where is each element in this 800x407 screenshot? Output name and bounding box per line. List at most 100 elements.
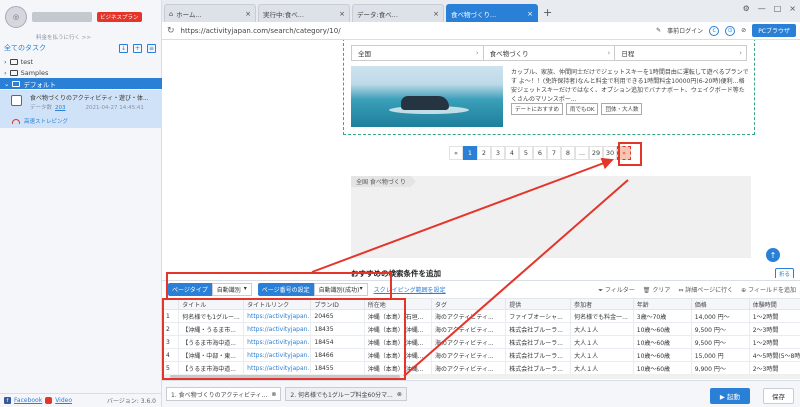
minimize-icon[interactable]: — bbox=[758, 4, 766, 13]
close-icon[interactable]: ⊗ bbox=[397, 391, 402, 398]
close-icon[interactable]: × bbox=[339, 10, 345, 18]
page-7[interactable]: 7 bbox=[547, 146, 561, 160]
table-cell[interactable]: 14,000 円～ bbox=[690, 309, 750, 323]
ua-icon[interactable]: ⊙ bbox=[725, 25, 736, 36]
detail-page-button[interactable]: ⇔ 詳細ページに行く bbox=[678, 285, 733, 295]
tab-home[interactable]: ⌂ ホーム... × bbox=[164, 4, 256, 22]
close-icon[interactable]: × bbox=[433, 10, 439, 18]
column-header[interactable]: 参加者 bbox=[570, 298, 634, 310]
table-cell[interactable]: 1～2時間 bbox=[748, 309, 800, 323]
page-5[interactable]: 5 bbox=[519, 146, 533, 160]
video-link[interactable]: Video bbox=[55, 397, 72, 404]
page-29[interactable]: 29 bbox=[589, 146, 603, 160]
refresh-icon[interactable]: ↻ bbox=[167, 26, 175, 36]
maximize-icon[interactable]: □ bbox=[774, 4, 782, 13]
category-food[interactable]: 食べ物づくり › bbox=[484, 46, 616, 60]
table-cell[interactable]: 15,000 円 bbox=[690, 348, 750, 362]
add-field-button[interactable]: ⊕ フィールドを追加 bbox=[741, 285, 796, 295]
clear-button[interactable]: 🗑 クリア bbox=[643, 285, 671, 295]
table-cell[interactable]: 9,900 円～ bbox=[690, 361, 750, 375]
page-30[interactable]: 30 bbox=[603, 146, 617, 160]
data-count[interactable]: 203 bbox=[55, 105, 66, 111]
step-tab-1[interactable]: 1. 食べ物づくりのアクティビティ... ⊗ bbox=[166, 387, 282, 401]
close-window-icon[interactable]: × bbox=[789, 4, 796, 13]
tag[interactable]: デートにおすすめ bbox=[511, 103, 564, 115]
filter-button[interactable]: ⏷ フィルター bbox=[598, 285, 635, 295]
page-1[interactable]: 1 bbox=[463, 146, 477, 160]
speed-row[interactable]: 高速ストレピング bbox=[12, 117, 68, 125]
breadcrumb[interactable]: 全国 食べ物づくり bbox=[351, 176, 416, 187]
table-cell[interactable]: 株式会社ブルーラ... bbox=[505, 361, 572, 375]
url-field[interactable]: https://activityjapan.com/search/categor… bbox=[181, 27, 341, 35]
collapse-button[interactable]: 折る bbox=[774, 268, 794, 278]
column-header[interactable]: 提供 bbox=[505, 298, 572, 310]
login-link[interactable]: 事前ログイン bbox=[667, 26, 703, 35]
page-2[interactable]: 2 bbox=[477, 146, 491, 160]
table-cell[interactable]: 株式会社ブルーラ... bbox=[505, 335, 572, 349]
table-cell[interactable]: 海のアクティビティ... bbox=[431, 322, 507, 336]
table-cell[interactable]: 10歳～60歳 bbox=[632, 335, 692, 349]
table-cell[interactable]: 10歳～60歳 bbox=[632, 348, 692, 362]
pay-link[interactable]: 料金を払うに行く >> bbox=[36, 33, 91, 41]
folder-test[interactable]: › test bbox=[0, 56, 162, 67]
step-tab-2[interactable]: 2. 何名様でも1グループ料金60分マ... ⊗ bbox=[285, 387, 407, 401]
facebook-link[interactable]: Facebook bbox=[14, 397, 42, 404]
table-cell[interactable]: 10歳～60歳 bbox=[632, 361, 692, 375]
table-cell[interactable]: 2～3時間 bbox=[748, 322, 800, 336]
table-cell[interactable]: 3歳～70歳 bbox=[632, 309, 692, 323]
list-icon[interactable]: ≡ bbox=[147, 43, 156, 53]
page-prev[interactable]: « bbox=[449, 146, 463, 160]
table-cell[interactable]: 大人１人 bbox=[570, 361, 634, 375]
column-header[interactable]: 年齢 bbox=[632, 298, 692, 310]
save-button[interactable]: 保存 bbox=[763, 388, 794, 404]
column-header[interactable]: タグ bbox=[431, 298, 507, 310]
table-cell[interactable]: 大人１人 bbox=[570, 348, 634, 362]
user-logo[interactable]: ◎ bbox=[5, 6, 27, 28]
table-cell[interactable]: 海のアクティビティ... bbox=[431, 361, 507, 375]
tab-food[interactable]: 食べ物づくり... × bbox=[446, 4, 538, 22]
block-icon[interactable]: ⊘ bbox=[741, 27, 746, 34]
page-3[interactable]: 3 bbox=[491, 146, 505, 160]
start-button[interactable]: ▶ 起動 bbox=[709, 388, 750, 404]
table-cell[interactable]: 大人１人 bbox=[570, 322, 634, 336]
table-cell[interactable]: 4～5時間(5～8時間) bbox=[748, 348, 800, 362]
new-folder-icon[interactable]: + bbox=[133, 43, 142, 53]
page-6[interactable]: 6 bbox=[533, 146, 547, 160]
import-icon[interactable]: ↓ bbox=[119, 43, 128, 53]
category-all[interactable]: 全国 › bbox=[352, 46, 484, 60]
category-date[interactable]: 日程 › bbox=[615, 46, 746, 60]
folder-samples[interactable]: › Samples bbox=[0, 67, 162, 78]
table-cell[interactable]: 株式会社ブルーラ... bbox=[505, 348, 572, 362]
cookie-icon[interactable]: c bbox=[709, 25, 720, 36]
table-cell[interactable]: 海のアクティビティ... bbox=[431, 335, 507, 349]
table-cell[interactable]: 9,500 円～ bbox=[690, 335, 750, 349]
add-tab-icon[interactable]: + bbox=[543, 4, 552, 22]
folder-default[interactable]: ⌄ デフォルト bbox=[0, 78, 162, 89]
column-header[interactable]: 価格 bbox=[690, 298, 750, 310]
close-icon[interactable]: ⊗ bbox=[271, 391, 276, 398]
task-item[interactable]: 食べ物づくりのアクティビティ・遊び・体... データ数 203 2021-04-27… bbox=[0, 90, 162, 128]
table-cell[interactable]: 大人１人 bbox=[570, 335, 634, 349]
table-cell[interactable]: 10歳～60歳 bbox=[632, 322, 692, 336]
settings-icon[interactable]: ⚙ bbox=[743, 4, 750, 13]
table-cell[interactable]: ファイブオーシャ... bbox=[505, 309, 572, 323]
pc-browser-button[interactable]: PCブラウザ bbox=[752, 24, 796, 37]
jetski-photo[interactable] bbox=[351, 66, 503, 127]
page-4[interactable]: 4 bbox=[505, 146, 519, 160]
table-cell[interactable]: 何名様でも料金一... bbox=[570, 309, 634, 323]
page-8[interactable]: 8 bbox=[561, 146, 575, 160]
table-cell[interactable]: 海のアクティビティ... bbox=[431, 348, 507, 362]
table-cell[interactable]: 2～3時間 bbox=[748, 361, 800, 375]
scroll-up-icon[interactable]: ↑ bbox=[766, 248, 780, 262]
close-icon[interactable]: × bbox=[527, 10, 533, 18]
edit-icon[interactable]: ✎ bbox=[656, 27, 661, 34]
column-header[interactable]: 体験時間 bbox=[748, 298, 800, 310]
table-cell[interactable]: 9,500 円～ bbox=[690, 322, 750, 336]
table-cell[interactable]: 株式会社ブルーラ... bbox=[505, 322, 572, 336]
tag[interactable]: 団体・大人数 bbox=[601, 103, 643, 115]
table-cell[interactable]: 1～2時間 bbox=[748, 335, 800, 349]
tag[interactable]: 雨でもOK bbox=[566, 103, 599, 115]
close-icon[interactable]: × bbox=[245, 10, 251, 18]
all-tasks-label[interactable]: 全てのタスク bbox=[4, 43, 46, 53]
table-cell[interactable]: 海のアクティビティ... bbox=[431, 309, 507, 323]
